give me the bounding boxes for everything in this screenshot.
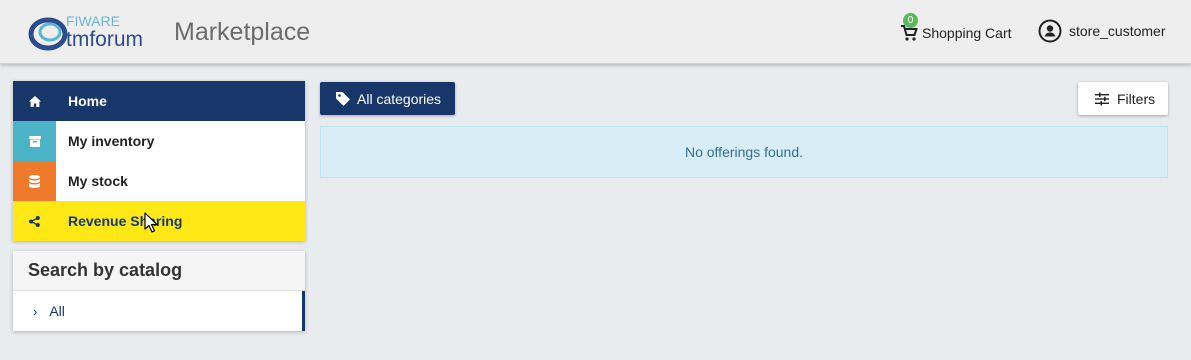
top-header: FIWARE tmforum Marketplace 0 Shopping Ca…	[0, 0, 1191, 64]
home-icon	[13, 81, 56, 121]
shopping-cart-link[interactable]: 0 Shopping Cart	[900, 13, 1012, 44]
sliders-icon	[1095, 92, 1109, 105]
empty-offerings-message: No offerings found.	[684, 144, 804, 160]
user-menu[interactable]: store_customer	[1038, 19, 1165, 43]
svg-text:tmforum: tmforum	[66, 28, 143, 51]
nav-item-inventory[interactable]: My inventory	[13, 121, 305, 161]
nav-item-stock[interactable]: My stock	[13, 161, 305, 201]
page-title[interactable]: Marketplace	[174, 18, 310, 47]
nav-item-label: My inventory	[68, 133, 155, 149]
nav-item-home[interactable]: Home	[13, 81, 305, 121]
catalog-item-label: All	[49, 303, 65, 319]
tag-icon	[336, 91, 350, 106]
nav-item-revenue-sharing[interactable]: Revenue Sharing	[13, 201, 305, 241]
username-label: store_customer	[1069, 23, 1166, 39]
filters-button[interactable]: Filters	[1078, 82, 1168, 115]
svg-text:FIWARE: FIWARE	[66, 13, 120, 29]
chevron-right-icon: ›	[33, 303, 38, 319]
sidebar-nav: Home My inventory My stock Revenue Shari…	[13, 81, 305, 241]
database-icon	[13, 161, 56, 201]
catalog-panel: Search by catalog › All	[13, 251, 305, 331]
cart-label: Shopping Cart	[922, 25, 1012, 41]
all-categories-button[interactable]: All categories	[320, 82, 455, 115]
fiware-tmforum-logo[interactable]: FIWARE tmforum	[28, 12, 168, 54]
cart-count-badge: 0	[903, 13, 918, 28]
archive-icon	[13, 121, 56, 161]
empty-offerings-alert: No offerings found.	[320, 126, 1168, 178]
filters-label: Filters	[1117, 90, 1156, 107]
catalog-item-all[interactable]: › All	[13, 291, 305, 331]
nav-item-label: Home	[68, 93, 107, 109]
all-categories-label: All categories	[357, 90, 442, 107]
nav-item-label: My stock	[68, 173, 128, 189]
catalog-heading: Search by catalog	[13, 251, 305, 291]
share-icon	[13, 201, 56, 241]
cart-icon: 0	[900, 13, 918, 42]
nav-item-label: Revenue Sharing	[68, 213, 183, 229]
user-circle-icon	[1038, 19, 1062, 43]
